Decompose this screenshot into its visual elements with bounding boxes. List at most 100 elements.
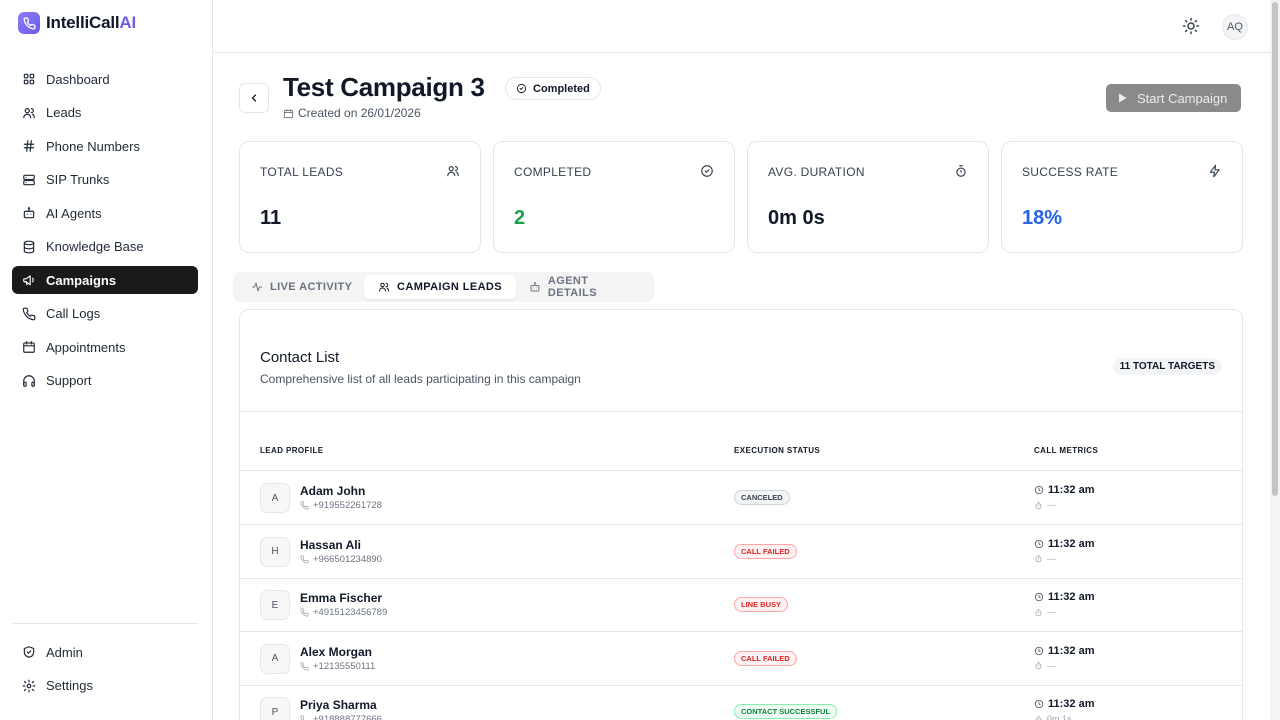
sidebar-item-knowledge-base[interactable]: Knowledge Base	[12, 233, 198, 261]
phone-icon	[300, 501, 309, 510]
sidebar-item-ai-agents[interactable]: AI Agents	[12, 199, 198, 227]
clock-icon	[1034, 485, 1044, 495]
lead-phone: +919552261728	[300, 500, 382, 511]
tab-campaign-leads[interactable]: CAMPAIGN LEADS	[364, 275, 517, 299]
table-row[interactable]: A Alex Morgan +12135550111 CALL FAILED 11:32…	[240, 632, 1242, 686]
campaign-tabs: LIVE ACTIVITY CAMPAIGN LEADS AGENT DETAILS	[233, 272, 654, 302]
stat-label: SUCCESS RATE	[1022, 165, 1119, 179]
scrollbar-thumb[interactable]	[1272, 2, 1278, 496]
sidebar-divider	[12, 623, 198, 624]
lead-avatar: A	[260, 483, 290, 513]
top-bar: AQ	[213, 0, 1270, 53]
sidebar-item-label: Dashboard	[46, 71, 110, 87]
sidebar-item-appointments[interactable]: Appointments	[12, 333, 198, 361]
tab-label: LIVE ACTIVITY	[270, 281, 353, 293]
theme-toggle-button[interactable]	[1182, 17, 1200, 35]
users-icon	[379, 282, 389, 292]
phone-icon	[300, 554, 309, 564]
stat-label: COMPLETED	[514, 165, 592, 179]
stat-label: TOTAL LEADS	[260, 165, 344, 179]
lead-phone: +12135550111	[300, 661, 375, 672]
brand-logo-icon	[18, 12, 40, 34]
sidebar-item-label: Knowledge Base	[46, 239, 144, 254]
phone-icon	[300, 715, 305, 720]
table-row[interactable]: E Emma Fischer +4915123456789 LINE BUSY 11:3…	[240, 578, 1242, 633]
brand[interactable]: IntelliCallAI	[18, 12, 136, 34]
call-time: 11:32 am	[1034, 591, 1094, 603]
phone-icon-wrap	[22, 307, 36, 321]
sidebar-item-phone-numbers[interactable]: Phone Numbers	[12, 132, 198, 160]
sidebar-nav-bottom: Admin Settings	[12, 638, 198, 705]
start-campaign-button[interactable]: Start Campaign	[1106, 84, 1241, 112]
check-circle-icon	[701, 165, 713, 177]
sidebar-item-leads[interactable]: Leads	[12, 99, 198, 127]
lead-avatar: E	[260, 590, 290, 621]
list-divider	[240, 411, 1242, 412]
grid-icon	[23, 73, 35, 85]
server-icon	[23, 174, 35, 185]
lead-name: Emma Fischer	[300, 591, 383, 606]
lead-avatar: A	[260, 643, 290, 674]
execution-status-badge: CALL FAILED	[734, 650, 797, 666]
sidebar-item-label: SIP Trunks	[46, 172, 110, 187]
tab-agent-details[interactable]: AGENT DETAILS	[515, 275, 654, 299]
sidebar-item-label: Settings	[46, 678, 93, 693]
page-title: Test Campaign 3	[283, 72, 485, 102]
clock-icon	[1034, 646, 1044, 655]
stat-value: 11	[260, 207, 282, 229]
sidebar-item-support[interactable]: Support	[12, 367, 198, 395]
users-icon	[23, 107, 35, 118]
stat-value: 0m 0s	[768, 207, 825, 229]
total-targets-badge: 11 TOTAL TARGETS	[1112, 358, 1222, 375]
sidebar-item-campaigns[interactable]: Campaigns	[12, 266, 198, 294]
headphones-icon	[23, 374, 35, 387]
lead-name: Priya Sharma	[300, 698, 377, 713]
stat-icon-wrap	[1208, 164, 1222, 178]
table-row[interactable]: H Hassan Ali +966501234890 CALL FAILED 11:32…	[240, 525, 1242, 579]
sidebar-item-label: Leads	[46, 105, 82, 120]
check-circle-icon	[516, 83, 527, 94]
execution-status-badge: CALL FAILED	[734, 543, 797, 559]
call-time: 11:32 am	[1034, 645, 1094, 657]
sidebar-item-settings[interactable]: Settings	[12, 672, 198, 700]
megaphone-icon-wrap	[22, 273, 36, 287]
user-avatar[interactable]: AQ	[1222, 14, 1248, 40]
timer-icon	[956, 165, 966, 177]
table-row[interactable]: A Adam John +919552261728 CANCELED 11:32 am -…	[240, 471, 1242, 525]
sidebar-item-sip-trunks[interactable]: SIP Trunks	[12, 166, 198, 194]
sidebar-item-admin[interactable]: Admin	[12, 638, 198, 666]
tab-live-activity[interactable]: LIVE ACTIVITY	[237, 275, 366, 299]
contact-list-title: Contact List	[260, 349, 340, 366]
table-row[interactable]: P Priya Sharma +918888777666 CONTACT SUCCES…	[240, 685, 1242, 720]
database-icon	[23, 240, 35, 253]
page-scrollbar[interactable]	[1270, 0, 1280, 720]
clock-icon	[1034, 539, 1044, 548]
sidebar-item-dashboard[interactable]: Dashboard	[12, 65, 198, 93]
lead-avatar: P	[260, 697, 290, 720]
lead-name: Alex Morgan	[300, 644, 373, 659]
column-header-lead-profile: LEAD PROFILE	[260, 446, 324, 455]
column-header-execution-status: EXECUTION STATUS	[734, 446, 821, 455]
stat-value: 2	[514, 207, 526, 229]
sidebar: IntelliCallAI Dashboard Leads Phone Number…	[0, 0, 213, 720]
chevron-left-icon	[251, 94, 257, 102]
phone-icon	[22, 307, 36, 320]
bot-icon	[23, 207, 35, 219]
phone-icon	[300, 662, 309, 671]
timer-icon	[1035, 715, 1042, 720]
gear-icon-wrap	[22, 679, 36, 693]
gear-icon	[22, 679, 36, 692]
contact-list-card: Contact List Comprehensive list of all l…	[239, 309, 1243, 720]
call-duration: ---	[1034, 607, 1056, 617]
campaign-status-badge: Completed	[505, 77, 601, 100]
sidebar-item-label: Call Logs	[46, 306, 101, 321]
sidebar-item-call-logs[interactable]: Call Logs	[12, 300, 198, 328]
clock-icon	[1034, 700, 1044, 709]
shield-icon-wrap	[22, 645, 36, 659]
created-date: Created on 26/01/2026	[283, 106, 421, 120]
column-header-call-metrics: CALL METRICS	[1034, 446, 1099, 455]
execution-status-badge: CANCELED	[734, 490, 790, 505]
timer-icon	[1035, 608, 1042, 616]
timer-icon	[1035, 554, 1042, 563]
back-button[interactable]	[239, 83, 269, 113]
